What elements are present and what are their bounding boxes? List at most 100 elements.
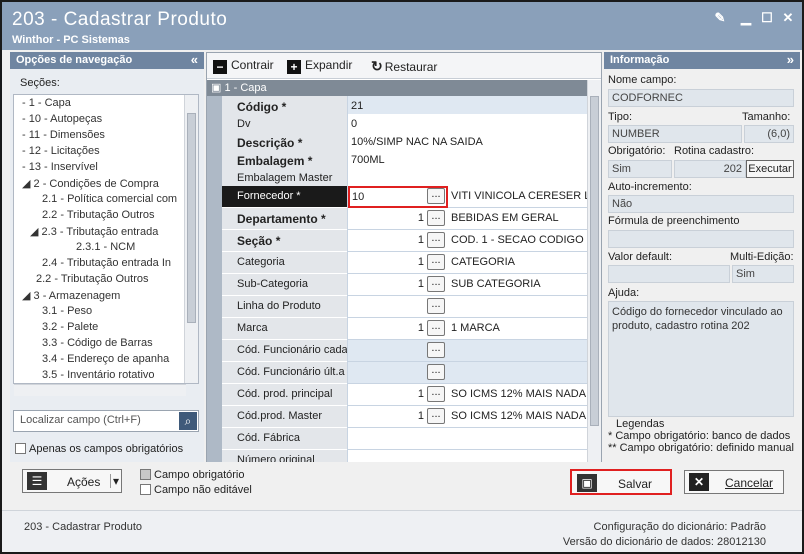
- field-input[interactable]: 1... 1 MARCA: [347, 318, 587, 340]
- lookup-button[interactable]: ...: [427, 188, 445, 204]
- field-row: Seção * 1... COD. 1 - SECAO CODIGO 1: [207, 230, 587, 252]
- tipo-label: Tipo:: [608, 111, 633, 123]
- tree-item[interactable]: 2.2 - Tributação Outros: [36, 273, 149, 285]
- tree-item[interactable]: ◢ 2 - Condições de Compra: [22, 177, 159, 190]
- tree-item[interactable]: 2.4 - Tributação entrada In: [42, 257, 171, 269]
- collapse-right-icon[interactable]: »: [787, 52, 794, 67]
- tree-item[interactable]: - 10 - Autopeças: [22, 113, 102, 125]
- lookup-button[interactable]: ...: [427, 386, 445, 402]
- expand-arrow-icon[interactable]: ◢: [22, 178, 34, 190]
- field-row: Sub-Categoria 1... SUB CATEGORIA: [207, 274, 587, 296]
- executar-button[interactable]: Executar: [746, 160, 794, 178]
- legend-readonly: Campo não editável: [140, 484, 252, 496]
- restaurar-button[interactable]: ↻ Restaurar: [371, 58, 437, 75]
- form-vertical-scrollbar[interactable]: [587, 80, 601, 462]
- multiedicao-label: Multi-Edição:: [730, 251, 794, 263]
- field-description: SO ICMS 12% MAIS NADA: [451, 388, 587, 400]
- close-icon[interactable]: ✕: [780, 10, 796, 26]
- contrair-button[interactable]: − Contrair: [213, 58, 274, 74]
- acoes-button[interactable]: ☰ Ações ▾: [22, 469, 122, 493]
- salvar-button[interactable]: ▣ Salvar: [570, 469, 672, 495]
- field-description: SO ICMS 12% MAIS NADA: [451, 410, 587, 422]
- tree-item[interactable]: 3.4 - Endereço de apanha: [42, 353, 169, 365]
- tree-item[interactable]: - 12 - Licitações: [22, 145, 100, 157]
- collapse-left-icon[interactable]: «: [191, 52, 198, 67]
- lookup-button[interactable]: ...: [427, 408, 445, 424]
- rotina-label: Rotina cadastro:: [674, 145, 755, 157]
- section-header-capa[interactable]: ▣ 1 - Capa: [207, 80, 587, 96]
- tree-item[interactable]: 3.3 - Código de Barras: [42, 337, 153, 349]
- field-label: Número original: [222, 450, 347, 462]
- search-icon[interactable]: ⌕: [179, 412, 197, 430]
- field-input[interactable]: 1... SO ICMS 12% MAIS NADA: [347, 384, 587, 406]
- lookup-button[interactable]: ...: [427, 298, 445, 314]
- edit-icon[interactable]: ✎: [712, 10, 728, 26]
- tree-item[interactable]: 3.2 - Palete: [42, 321, 98, 333]
- lookup-button[interactable]: ...: [427, 276, 445, 292]
- maximize-icon[interactable]: ☐: [759, 10, 775, 26]
- field-value: 21: [351, 100, 364, 112]
- field-input[interactable]: [347, 450, 587, 462]
- field-row: Cód.prod. Master 1... SO ICMS 12% MAIS NAD…: [207, 406, 587, 428]
- expand-arrow-icon[interactable]: ◢: [30, 226, 42, 238]
- cancelar-button[interactable]: ✕ Cancelar: [684, 470, 784, 494]
- field-input[interactable]: 1... CATEGORIA: [347, 252, 587, 274]
- minus-icon: −: [213, 60, 227, 74]
- tree-item-label: 2 - Condições de Compra: [33, 178, 159, 190]
- legendas-title: Legendas: [616, 418, 665, 430]
- tree-item-label: 3 - Armazenagem: [33, 290, 121, 302]
- tree-item[interactable]: - 1 - Capa: [22, 97, 71, 109]
- minimize-icon[interactable]: ▁: [738, 10, 754, 26]
- tree-item[interactable]: 3.1 - Peso: [42, 305, 92, 317]
- tree-item[interactable]: 2.2 - Tributação Outros: [42, 209, 155, 221]
- tree-vertical-scrollbar[interactable]: [184, 95, 198, 383]
- lookup-button[interactable]: ...: [427, 320, 445, 336]
- tree-item[interactable]: - 13 - Inservível: [22, 161, 98, 173]
- tree-item[interactable]: ◢ 3 - Armazenagem: [22, 289, 120, 302]
- field-value: 1: [417, 278, 424, 290]
- sections-tree[interactable]: - 1 - Capa - 10 - Autopeças - 11 - Dimen…: [13, 94, 199, 384]
- lookup-button[interactable]: ...: [427, 342, 445, 358]
- field-input[interactable]: 10 ... VITI VINICOLA CERESER LTI: [347, 186, 587, 208]
- tree-item[interactable]: ◢ 2.3 - Tributação entrada: [30, 225, 158, 238]
- expand-arrow-icon[interactable]: ◢: [22, 290, 34, 302]
- search-field-input[interactable]: Localizar campo (Ctrl+F) ⌕: [13, 410, 199, 432]
- tree-item[interactable]: 3.5 - Inventário rotativo: [42, 369, 155, 381]
- main-window: 203 - Cadastrar Produto Winthor - PC Sis…: [0, 0, 804, 554]
- nome-campo-label: Nome campo:: [608, 74, 677, 86]
- field-input[interactable]: ...: [347, 340, 587, 362]
- tree-item[interactable]: 2.1 - Política comercial com: [42, 193, 177, 205]
- autoincremento-value: Não: [608, 195, 794, 213]
- field-input[interactable]: ...: [347, 296, 587, 318]
- tree-item[interactable]: 2.3.1 - NCM: [76, 241, 135, 253]
- autoincremento-label: Auto-incremento:: [608, 181, 692, 193]
- lookup-button[interactable]: ...: [427, 254, 445, 270]
- field-input[interactable]: 1... SUB CATEGORIA: [347, 274, 587, 296]
- expandir-button[interactable]: + Expandir: [287, 58, 352, 74]
- field-row: Cód. prod. principal 1... SO ICMS 12% MAIS…: [207, 384, 587, 406]
- lookup-button[interactable]: ...: [427, 364, 445, 380]
- required-only-checkbox[interactable]: Apenas os campos obrigatórios: [15, 443, 183, 455]
- field-input[interactable]: 1... SO ICMS 12% MAIS NADA: [347, 406, 587, 428]
- section-header-label: 1 - Capa: [224, 82, 267, 94]
- checkbox-box[interactable]: [15, 443, 26, 454]
- field-input[interactable]: ...: [347, 362, 587, 384]
- field-row: Número original: [207, 450, 587, 462]
- tree-horizontal-scrollbar[interactable]: [14, 384, 186, 396]
- field-input[interactable]: 1... COD. 1 - SECAO CODIGO 1: [347, 230, 587, 252]
- field-input[interactable]: [347, 428, 587, 450]
- lookup-button[interactable]: ...: [427, 210, 445, 226]
- navigation-panel: Opções de navegação « Seções: - 1 - Capa…: [10, 52, 204, 462]
- default-label: Valor default:: [608, 251, 673, 263]
- config-label: Configuração do dicionário:: [593, 521, 728, 533]
- field-label: Fornecedor *: [222, 186, 347, 208]
- title-bar: 203 - Cadastrar Produto Winthor - PC Sis…: [2, 2, 802, 50]
- field-description: BEBIDAS EM GERAL: [451, 212, 559, 224]
- field-value: 1: [417, 388, 424, 400]
- lookup-button[interactable]: ...: [427, 232, 445, 248]
- field-label: Categoria: [222, 252, 347, 274]
- dropdown-arrow-icon[interactable]: ▾: [109, 474, 119, 488]
- field-value: 1: [417, 410, 424, 422]
- field-input[interactable]: 1... BEBIDAS EM GERAL: [347, 208, 587, 230]
- tree-item[interactable]: - 11 - Dimensões: [22, 129, 105, 141]
